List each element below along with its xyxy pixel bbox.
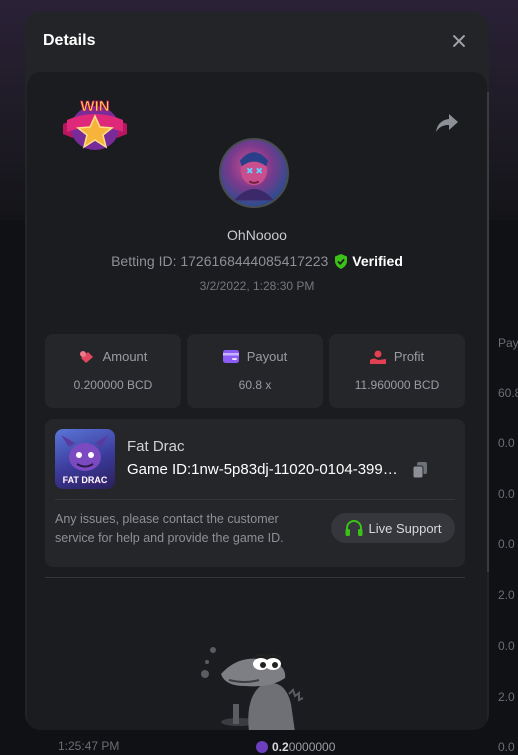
- background-amount-rest: 0000000: [288, 740, 336, 754]
- badge-text: WIN: [80, 98, 109, 115]
- stat-label: Profit: [393, 349, 425, 364]
- game-thumb-label: FAT DRAC: [62, 475, 108, 485]
- background-cell: 2.0: [498, 690, 515, 704]
- stat-profit: Profit 11.960000 BCD: [329, 334, 465, 408]
- background-time: 1:25:47 PM: [58, 739, 120, 753]
- stats-row: Amount 0.200000 BCD Payout 60.8 x Profit…: [45, 334, 465, 408]
- game-info-box: FAT DRAC Fat Drac Game ID:1nw-5p83dj-110…: [45, 419, 465, 567]
- stat-value: 11.960000 BCD: [354, 378, 440, 392]
- game-id-row: Game ID:1nw-5p83dj-11020-0104-3991...: [127, 461, 427, 478]
- modal-title: Details: [43, 32, 96, 49]
- live-support-label: Live Support: [368, 520, 442, 536]
- background-cell: 0.0: [498, 639, 515, 653]
- background-cell: 0.0: [498, 537, 515, 551]
- stat-label: Payout: [246, 349, 288, 364]
- betting-id-row: Betting ID: 1726168444085417223 Verified: [27, 253, 487, 269]
- betting-id: Betting ID: 1726168444085417223: [111, 253, 329, 269]
- verified-label: Verified: [352, 253, 403, 269]
- background-amount-strong: 0.2: [272, 740, 289, 754]
- divider: [55, 499, 455, 500]
- background-cell: 0.0: [498, 487, 515, 501]
- help-text: Any issues, please contact the customer …: [55, 512, 284, 545]
- stat-label: Amount: [102, 349, 148, 364]
- details-card: WIN OhNoooo Betting ID: 1726168444085417…: [27, 72, 487, 730]
- copy-icon[interactable]: [413, 461, 427, 478]
- live-support-button[interactable]: Live Support: [331, 513, 455, 543]
- win-badge-icon: WIN: [63, 98, 127, 150]
- share-icon[interactable]: [435, 112, 459, 134]
- profit-icon: [369, 350, 386, 364]
- game-thumbnail[interactable]: FAT DRAC: [55, 429, 115, 489]
- background-cell: 60.8: [498, 386, 518, 400]
- payout-icon: [222, 350, 239, 363]
- mascot-illustration: [201, 647, 304, 730]
- headset-icon: [345, 520, 362, 536]
- section-divider: [45, 577, 465, 578]
- avatar[interactable]: [219, 138, 289, 208]
- background-row: 1:25:47 PM 0.20000000: [0, 729, 518, 755]
- game-name[interactable]: Fat Drac: [127, 438, 185, 455]
- background-column-header: Pay: [498, 336, 518, 350]
- shield-check-icon: [335, 253, 348, 269]
- background-cell: 2.0: [498, 588, 515, 602]
- game-id: Game ID:1nw-5p83dj-11020-0104-3991...: [127, 461, 403, 478]
- background-cell: 0.0: [498, 436, 515, 450]
- verified-badge: Verified: [334, 253, 403, 269]
- stat-value: 0.200000 BCD: [73, 378, 153, 392]
- close-icon[interactable]: [451, 33, 467, 49]
- username[interactable]: OhNoooo: [27, 227, 487, 243]
- stat-amount: Amount 0.200000 BCD: [45, 334, 181, 408]
- background-amount: 0.20000000: [256, 740, 335, 754]
- bet-date: 3/2/2022, 1:28:30 PM: [199, 279, 315, 293]
- stat-value: 60.8 x: [238, 378, 272, 392]
- details-modal: Details WIN OhNoooo Betting ID: 17261684…: [25, 12, 489, 730]
- stat-payout: Payout 60.8 x: [187, 334, 323, 408]
- amount-icon: [79, 350, 93, 363]
- coin-icon: [256, 741, 268, 753]
